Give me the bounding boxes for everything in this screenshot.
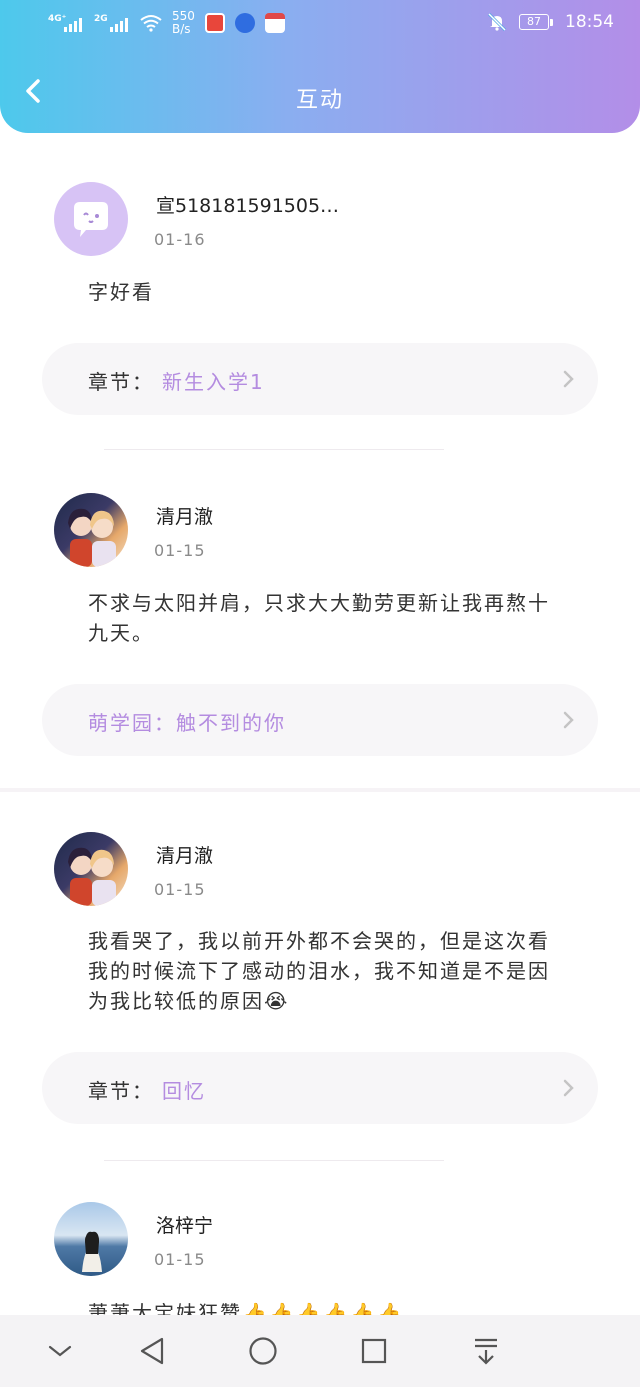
wifi-icon — [140, 15, 162, 32]
chapter-label: 章节： — [88, 1079, 154, 1103]
comment-date: 01-15 — [154, 1250, 206, 1269]
avatar[interactable] — [54, 182, 128, 256]
nav-recents-button[interactable] — [356, 1333, 392, 1369]
comment-list[interactable]: 宣518181591505… 01-16 字好看 章节： 新生入学1 清月澈 0… — [0, 150, 640, 1315]
chapter-link[interactable]: 章节： 新生入学1 — [42, 343, 598, 415]
chevron-down-icon — [48, 1345, 72, 1357]
chapter-label: 章节： — [88, 370, 154, 394]
chat-bubble-icon — [74, 202, 108, 237]
username[interactable]: 清月澈 — [156, 502, 213, 529]
comment-card: 清月澈 01-15 我看哭了，我以前开外都不会哭的，但是这次看我的时候流下了感动… — [0, 792, 640, 1162]
avatar[interactable] — [54, 1202, 128, 1276]
username[interactable]: 洛梓宁 — [156, 1211, 213, 1238]
chevron-right-icon — [563, 711, 574, 729]
comment-text: 不求与太阳并肩，只求大大勤劳更新让我再熬十九天。 — [88, 591, 550, 645]
chevron-right-icon — [563, 1079, 574, 1097]
notification-pull-icon — [475, 1338, 497, 1365]
recents-square-icon — [361, 1338, 387, 1364]
nav-home-button[interactable] — [245, 1333, 281, 1369]
app-header: 4G⁺ 2G 550 B/s 87 18:54 互动 — [0, 0, 640, 133]
comment-text: 萧萧大宝妹狂赞👍👍👍👍👍👍 — [88, 1301, 404, 1315]
anime-girls-avatar-icon — [68, 508, 116, 567]
username[interactable]: 宣518181591505… — [156, 191, 339, 218]
chevron-right-icon — [563, 370, 574, 388]
calendar-app-icon — [264, 13, 285, 33]
comment-date: 01-16 — [154, 230, 206, 249]
bulb-app-icon — [234, 13, 255, 33]
network-speed: 550 B/s — [172, 9, 195, 36]
chapter-value: 萌学园：触不到的你 — [88, 711, 286, 735]
comment-card: 宣518181591505… 01-16 字好看 章节： 新生入学1 — [0, 150, 640, 450]
status-bar: 4G⁺ 2G 550 B/s 87 18:54 — [0, 0, 640, 48]
comment-card: 洛梓宁 01-15 萧萧大宝妹狂赞👍👍👍👍👍👍 — [0, 1162, 640, 1315]
clock: 18:54 — [565, 12, 614, 32]
comment-card: 清月澈 01-15 不求与太阳并肩，只求大大勤劳更新让我再熬十九天。 萌学园：触… — [0, 450, 640, 788]
cell-signal-icon: 4G⁺ — [48, 14, 82, 32]
page-title: 互动 — [295, 88, 344, 113]
comment-date: 01-15 — [154, 541, 206, 560]
avatar[interactable] — [54, 493, 128, 567]
anime-girls-avatar-icon — [68, 847, 116, 906]
back-triangle-icon — [140, 1337, 164, 1365]
divider — [104, 1160, 444, 1161]
nav-back-button[interactable] — [134, 1333, 170, 1369]
comment-date: 01-15 — [154, 880, 206, 899]
mute-bell-icon — [487, 12, 507, 32]
chapter-link[interactable]: 萌学园：触不到的你 — [42, 684, 598, 756]
username[interactable]: 清月澈 — [156, 841, 213, 868]
chapter-value: 新生入学1 — [162, 370, 265, 394]
chapter-value: 回忆 — [162, 1079, 206, 1103]
title-bar: 互动 — [0, 48, 640, 133]
comment-text: 字好看 — [88, 280, 154, 304]
comment-text: 我看哭了，我以前开外都不会哭的，但是这次看我的时候流下了感动的泪水，我不知道是不… — [88, 929, 550, 1013]
system-nav-bar — [0, 1315, 640, 1387]
girl-by-lake-avatar-icon — [82, 1231, 102, 1272]
notification-pull-button[interactable] — [468, 1333, 504, 1369]
battery-icon: 87 — [519, 14, 553, 30]
cell-signal-2-icon: 2G — [94, 14, 128, 32]
home-circle-icon — [249, 1337, 277, 1365]
news-app-icon — [204, 13, 225, 33]
collapse-button[interactable] — [42, 1333, 78, 1369]
chapter-link[interactable]: 章节： 回忆 — [42, 1052, 598, 1124]
avatar[interactable] — [54, 832, 128, 906]
